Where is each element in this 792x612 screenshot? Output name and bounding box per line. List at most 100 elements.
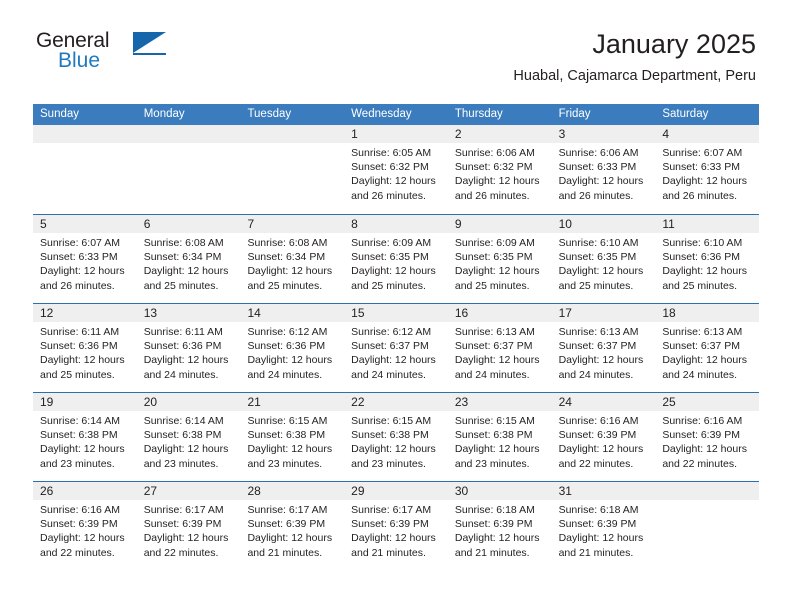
day-details: Sunrise: 6:17 AM Sunset: 6:39 PM Daylight:… [137,500,241,560]
day-number: 18 [662,306,676,320]
calendar-day-cell[interactable]: 10 Sunrise: 6:10 AM Sunset: 6:35 PM Dayligh… [551,215,656,303]
daylight-duration-line2: and 25 minutes. [143,279,219,292]
sunset-time: Sunset: 6:39 PM [143,518,222,531]
day-details: Sunrise: 6:06 AM Sunset: 6:33 PM Daylight:… [552,143,656,203]
calendar-grid: Sunday Monday Tuesday Wednesday Thursday… [33,104,760,570]
page-subtitle: Huabal, Cajamarca Department, Peru [513,68,756,84]
sunrise-time: Sunrise: 6:16 AM [40,504,120,516]
sunrise-time: Sunrise: 6:09 AM [351,237,432,249]
daylight-duration-line1: Daylight: 12 hours [662,265,747,278]
calendar-day-cell[interactable]: 18 Sunrise: 6:13 AM Sunset: 6:37 PM Dayligh… [655,304,760,392]
calendar-day-cell[interactable]: 28 Sunrise: 6:17 AM Sunset: 6:39 PM Dayligh… [240,482,345,570]
calendar-day-cell[interactable]: 29 Sunrise: 6:17 AM Sunset: 6:39 PM Dayligh… [344,482,448,570]
sunrise-time: Sunrise: 6:09 AM [454,237,535,249]
calendar-day-cell[interactable]: 30 Sunrise: 6:18 AM Sunset: 6:39 PM Dayligh… [447,482,552,570]
calendar-day-cell[interactable]: 6 Sunrise: 6:08 AM Sunset: 6:34 PM Daylight… [136,215,241,303]
daylight-duration-line1: Daylight: 12 hours [454,354,540,367]
sunrise-time: Sunrise: 6:15 AM [454,415,535,427]
day-number: 7 [247,217,255,231]
sunset-time: Sunset: 6:36 PM [40,340,118,353]
calendar-day-cell[interactable]: 13 Sunrise: 6:11 AM Sunset: 6:36 PM Dayligh… [136,304,241,392]
daylight-duration-line1: Daylight: 12 hours [143,443,229,456]
day-number: 27 [143,484,158,498]
calendar-day-cell[interactable]: 26 Sunrise: 6:16 AM Sunset: 6:39 PM Dayligh… [33,482,137,570]
daylight-duration-line2: and 21 minutes. [558,546,634,559]
daylight-duration-line1: Daylight: 12 hours [247,265,333,278]
sunrise-time: Sunrise: 6:14 AM [143,415,224,427]
day-details: Sunrise: 6:13 AM Sunset: 6:37 PM Daylight:… [552,322,656,382]
daylight-duration-line2: and 26 minutes. [454,189,530,202]
triangle-flag-icon [133,32,166,53]
calendar-day-cell[interactable]: 22 Sunrise: 6:15 AM Sunset: 6:38 PM Dayligh… [344,393,448,481]
calendar-day-cell[interactable]: 2 Sunrise: 6:06 AM Sunset: 6:32 PM Daylight… [447,125,552,214]
calendar-day-cell[interactable]: 23 Sunrise: 6:15 AM Sunset: 6:38 PM Dayligh… [447,393,552,481]
sunrise-time: Sunrise: 6:05 AM [351,147,432,159]
daylight-duration-line2: and 23 minutes. [247,457,323,470]
weekday-header-saturday: Saturday [662,108,709,120]
calendar-day-cell[interactable]: 4 Sunrise: 6:07 AM Sunset: 6:33 PM Daylight… [655,125,760,214]
calendar-day-cell[interactable]: 15 Sunrise: 6:12 AM Sunset: 6:37 PM Dayligh… [344,304,448,392]
sunrise-time: Sunrise: 6:13 AM [558,326,639,338]
sunrise-time: Sunrise: 6:12 AM [351,326,432,338]
calendar-day-cell[interactable]: 8 Sunrise: 6:09 AM Sunset: 6:35 PM Daylight… [344,215,448,303]
calendar-day-cell[interactable]: 11 Sunrise: 6:10 AM Sunset: 6:36 PM Dayligh… [655,215,760,303]
day-details: Sunrise: 6:12 AM Sunset: 6:37 PM Daylight:… [344,322,448,382]
day-number-band: 25 [655,393,760,411]
calendar-day-cell[interactable]: 3 Sunrise: 6:06 AM Sunset: 6:33 PM Daylight… [551,125,656,214]
day-details: Sunrise: 6:05 AM Sunset: 6:32 PM Daylight:… [344,143,448,203]
calendar-week-row: 12 Sunrise: 6:11 AM Sunset: 6:36 PM Dayligh… [33,303,760,392]
weekday-header-friday: Friday [558,108,591,120]
sunset-time: Sunset: 6:39 PM [247,518,326,531]
day-number-band: 30 [447,482,552,500]
daylight-duration-line1: Daylight: 12 hours [454,265,540,278]
day-number-band: 17 [551,304,656,322]
day-number-band: 27 [136,482,241,500]
calendar-day-cell[interactable]: 1 Sunrise: 6:05 AM Sunset: 6:32 PM Daylight… [344,125,448,214]
day-details: Sunrise: 6:08 AM Sunset: 6:34 PM Daylight:… [137,233,241,293]
sunset-time: Sunset: 6:36 PM [143,340,222,353]
day-number: 29 [351,484,365,498]
day-number: 16 [454,306,469,320]
daylight-duration-line1: Daylight: 12 hours [40,532,125,545]
weekday-header-tuesday: Tuesday [247,108,292,120]
page-title: January 2025 [592,29,756,59]
calendar-day-cell[interactable]: 27 Sunrise: 6:17 AM Sunset: 6:39 PM Dayligh… [136,482,241,570]
calendar-weeks: 1 Sunrise: 6:05 AM Sunset: 6:32 PM Daylight… [33,125,760,570]
calendar-day-cell[interactable]: 7 Sunrise: 6:08 AM Sunset: 6:34 PM Daylight… [240,215,345,303]
day-number-band: 12 [33,304,137,322]
calendar-page: General Blue January 2025 Huabal, Cajama… [0,0,792,612]
calendar-day-cell[interactable]: 21 Sunrise: 6:15 AM Sunset: 6:38 PM Dayligh… [240,393,345,481]
calendar-day-cell[interactable]: 17 Sunrise: 6:13 AM Sunset: 6:37 PM Dayligh… [551,304,656,392]
day-number-band: 18 [655,304,760,322]
calendar-day-cell[interactable]: 20 Sunrise: 6:14 AM Sunset: 6:38 PM Dayligh… [136,393,241,481]
calendar-day-cell[interactable]: 14 Sunrise: 6:12 AM Sunset: 6:36 PM Dayligh… [240,304,345,392]
calendar-day-cell[interactable]: 5 Sunrise: 6:07 AM Sunset: 6:33 PM Daylight… [33,215,137,303]
day-number-band: 1 [344,125,448,143]
daylight-duration-line1: Daylight: 12 hours [558,443,644,456]
daylight-duration-line2: and 23 minutes. [454,457,530,470]
calendar-day-cell[interactable]: 9 Sunrise: 6:09 AM Sunset: 6:35 PM Daylight… [447,215,552,303]
generalblue-logo[interactable]: General Blue [36,30,186,82]
day-number: 21 [247,395,261,409]
daylight-duration-line2: and 25 minutes. [558,279,634,292]
day-details: Sunrise: 6:16 AM Sunset: 6:39 PM Daylight:… [552,411,656,471]
calendar-day-cell[interactable]: 24 Sunrise: 6:16 AM Sunset: 6:39 PM Dayligh… [551,393,656,481]
day-number-band: 23 [447,393,552,411]
sunrise-time: Sunrise: 6:13 AM [662,326,743,338]
day-number-band: 14 [240,304,345,322]
day-number: 14 [247,306,261,320]
calendar-day-cell[interactable]: 31 Sunrise: 6:18 AM Sunset: 6:39 PM Dayligh… [551,482,656,570]
day-number: 5 [40,217,47,231]
calendar-day-cell[interactable]: 12 Sunrise: 6:11 AM Sunset: 6:36 PM Dayligh… [33,304,137,392]
day-number: 24 [558,395,572,409]
day-number-band [655,482,760,500]
calendar-day-cell[interactable]: 19 Sunrise: 6:14 AM Sunset: 6:38 PM Dayligh… [33,393,137,481]
calendar-day-cell[interactable]: 16 Sunrise: 6:13 AM Sunset: 6:37 PM Dayligh… [447,304,552,392]
sunset-time: Sunset: 6:39 PM [40,518,118,531]
logo-text-blue: Blue [58,49,101,72]
daylight-duration-line2: and 22 minutes. [662,457,738,470]
calendar-day-cell[interactable]: 25 Sunrise: 6:16 AM Sunset: 6:39 PM Dayligh… [655,393,760,481]
sunset-time: Sunset: 6:39 PM [454,518,533,531]
daylight-duration-line2: and 26 minutes. [351,189,426,202]
sunrise-time: Sunrise: 6:11 AM [40,326,120,338]
